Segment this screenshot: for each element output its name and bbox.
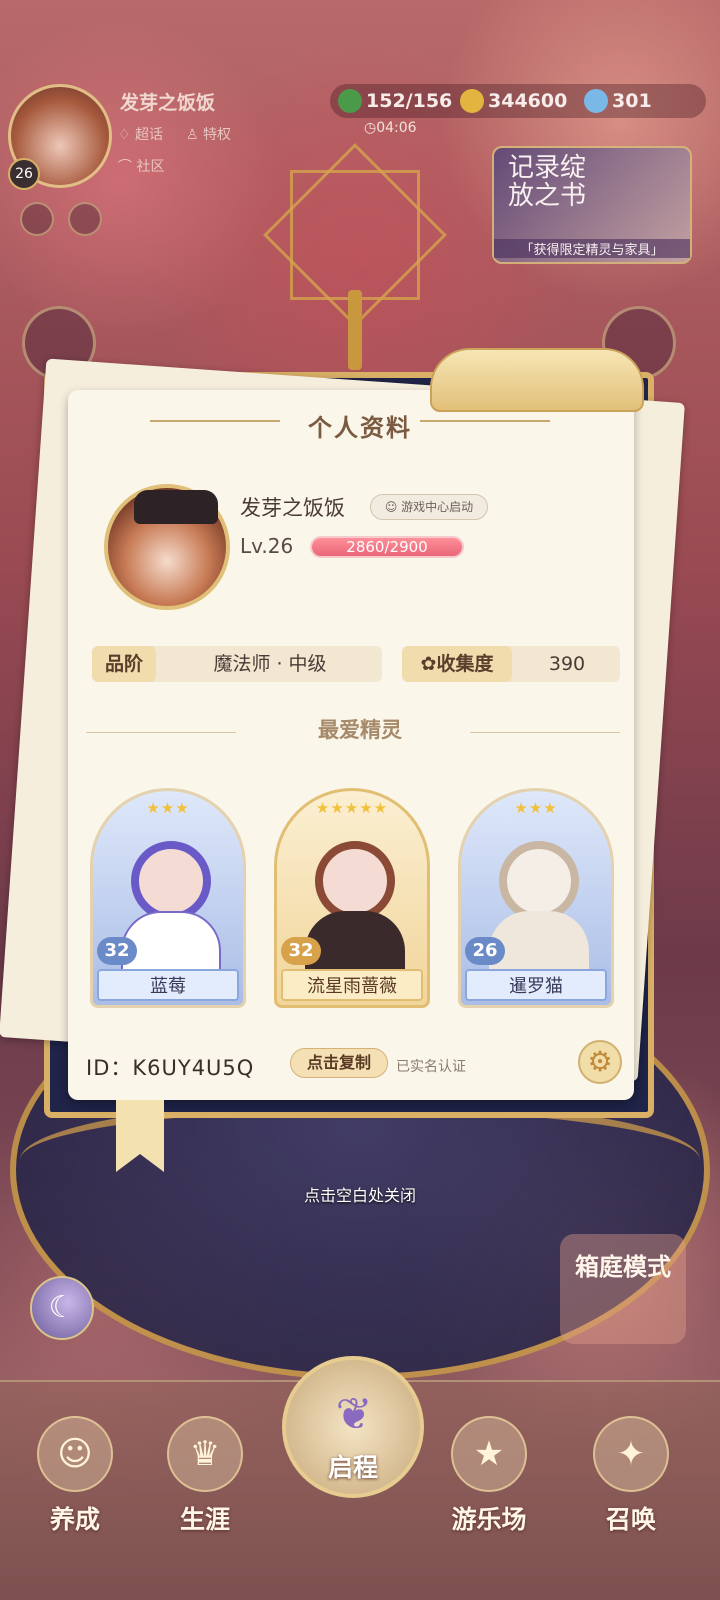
rank-value: 魔法师 · 中级 (213, 653, 327, 675)
spirit-stars: ★★★ (146, 799, 190, 817)
spirit-body (305, 911, 405, 975)
banner-subtitle: 「获得限定精灵与家具」 (494, 239, 690, 258)
clover-timer: ◷04:06 (364, 120, 417, 136)
coin-icon (460, 89, 484, 113)
nav-qicheng[interactable]: ❦ 启程 (282, 1356, 424, 1498)
star-ornament-2 (290, 170, 420, 300)
profile-level: Lv.26 (240, 534, 294, 558)
eye-icon[interactable] (68, 202, 102, 236)
collect-label: ✿收集度 (402, 646, 512, 682)
player-nickname: 发芽之饭饭 (120, 92, 216, 114)
verified-label: 已实名认证 (396, 1059, 466, 1075)
nav-label: 生涯 (179, 1505, 230, 1534)
spirit-stars: ★★★ (514, 799, 558, 817)
spirit-portrait (499, 841, 579, 921)
copy-id-button[interactable]: 点击复制 (290, 1048, 388, 1078)
nav-shengya[interactable]: ♛ 生涯 (150, 1400, 260, 1550)
collect-value: 390 (548, 653, 586, 675)
spirit-level: 26 (465, 937, 505, 965)
spirit-portrait (131, 841, 211, 921)
spirit-body (121, 911, 221, 975)
player-id: ID：K6UY4U5Q (86, 1056, 255, 1080)
star-icon: ★ (451, 1416, 527, 1492)
card-title: 个人资料 (308, 414, 412, 442)
spirit-level: 32 (281, 937, 321, 965)
card-crown-ornament (430, 348, 644, 412)
favorites-title: 最爱精灵 (318, 718, 402, 742)
favorite-spirit-3[interactable]: ★★★ 26 暹罗猫 (458, 788, 614, 1008)
spirit-name: 流星雨蔷薇 (281, 969, 423, 1001)
spirit-stars: ★★★★★ (315, 799, 389, 817)
rank-label: 品阶 (92, 646, 156, 682)
growth-icon: ☺ (37, 1416, 113, 1492)
xp-progress-bar: 2860/2900 (310, 536, 464, 558)
event-banner[interactable]: 记录绽放之书 「获得限定精灵与家具」 (492, 146, 692, 264)
chaohua-link[interactable]: ♢ 超话 (118, 124, 163, 144)
gift-icon[interactable] (20, 202, 54, 236)
gear-icon[interactable]: ⚙ (578, 1040, 622, 1084)
spirit-level: 32 (97, 937, 137, 965)
player-level-badge: 26 (8, 158, 40, 190)
crown-icon: ♛ (167, 1416, 243, 1492)
nav-label: 游乐场 (451, 1505, 527, 1534)
shequ-link[interactable]: ⌒ 社区 (118, 156, 164, 176)
clover-icon (338, 89, 362, 113)
nav-label: 启程 (327, 1453, 378, 1482)
book-icon: ❦ (335, 1389, 373, 1440)
snowflake-gem-icon (584, 89, 608, 113)
ornament-pole (348, 290, 362, 370)
spirit-portrait (315, 841, 395, 921)
profile-name: 发芽之饭饭 (240, 496, 345, 520)
avatar-hat (134, 490, 218, 524)
favorite-spirit-1[interactable]: ★★★ 32 蓝莓 (90, 788, 246, 1008)
moon-crystal-icon[interactable]: ☾ (30, 1276, 94, 1340)
tequan-link[interactable]: ♙ 特权 (186, 124, 231, 144)
nav-label: 召唤 (605, 1505, 656, 1534)
nav-label: 养成 (49, 1505, 100, 1534)
close-hint[interactable]: 点击空白处关闭 (0, 1182, 720, 1206)
nav-zhaohuan[interactable]: ✦ 召唤 (576, 1400, 686, 1550)
game-center-badge: ☺ 游戏中心启动 (370, 494, 488, 520)
yard-mode-button[interactable]: 箱庭模式 (560, 1234, 686, 1344)
banner-title: 记录绽放之书 (508, 153, 587, 211)
spirit-name: 蓝莓 (97, 969, 239, 1001)
spirit-body (489, 911, 589, 975)
spirit-name: 暹罗猫 (465, 969, 607, 1001)
nav-youlechang[interactable]: ★ 游乐场 (434, 1400, 544, 1550)
coin-resource[interactable]: 344600 (460, 86, 567, 116)
nav-yangcheng[interactable]: ☺ 养成 (20, 1400, 130, 1550)
summon-card-icon: ✦ (593, 1416, 669, 1492)
favorite-spirit-2[interactable]: ★★★★★ 32 流星雨蔷薇 (274, 788, 430, 1008)
gem-resource[interactable]: 301 (584, 86, 652, 116)
clover-resource[interactable]: 152/156 (338, 86, 452, 116)
